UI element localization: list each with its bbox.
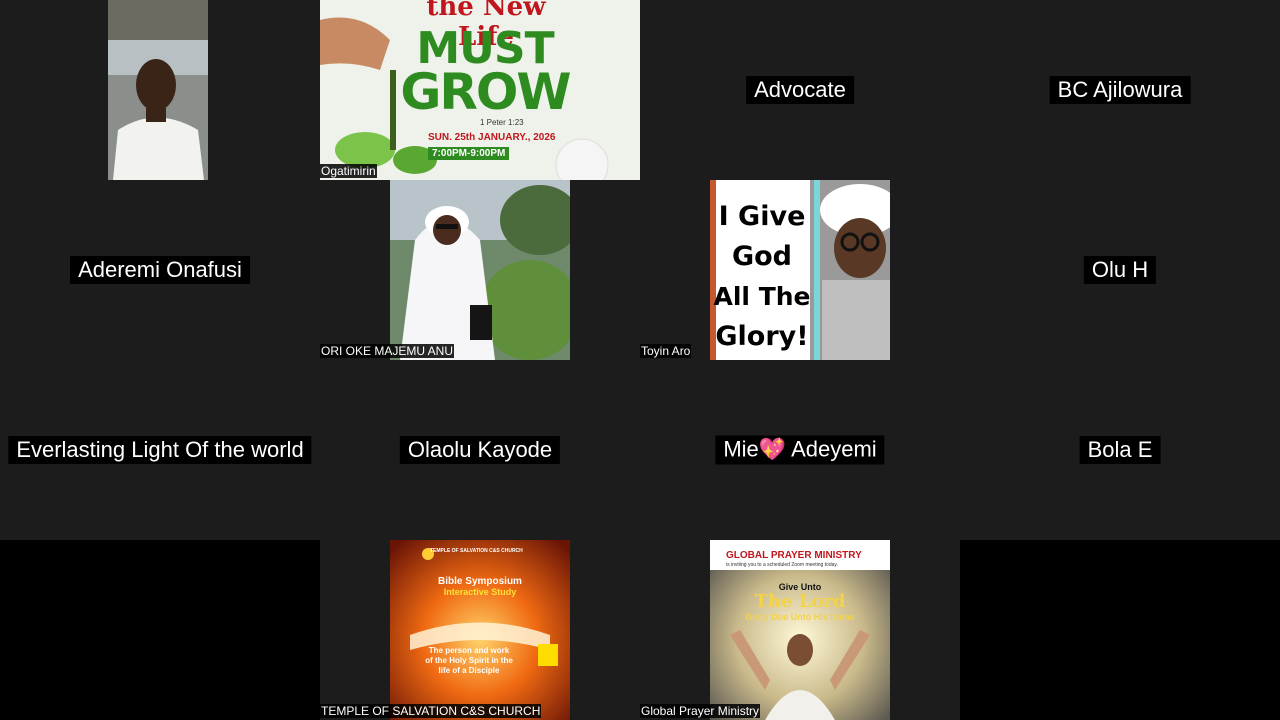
participant-name: Everlasting Light Of the world — [8, 436, 312, 464]
participant-tile[interactable] — [0, 540, 320, 720]
poster-text-2: God — [731, 241, 793, 272]
participant-name-label: ORI OKE MAJEMU ANU — [320, 344, 455, 358]
poster-title-2: Interactive Study — [443, 587, 517, 597]
participant-name-label: Toyin Aro — [640, 344, 692, 358]
event-poster: GLOBAL PRAYER MINISTRY is inviting you t… — [710, 540, 890, 720]
participant-tile[interactable]: GLOBAL PRAYER MINISTRY is inviting you t… — [640, 540, 960, 720]
participant-tile[interactable]: TEMPLE OF SALVATION C&S CHURCH Bible Sym… — [320, 540, 640, 720]
poster-text-1: I Give — [718, 201, 806, 232]
poster-body-3: life of a Disciple — [438, 666, 500, 675]
poster-title-1: Bible Symposium — [438, 576, 522, 587]
participant-name-label: Ogatimirin — [320, 164, 377, 178]
poster-title-3: Glory Due Unto His Name — [745, 612, 855, 622]
poster-header: TEMPLE OF SALVATION C&S CHURCH — [430, 548, 523, 554]
participant-tile[interactable]: Bola E — [960, 360, 1280, 540]
participant-video — [390, 180, 570, 360]
participant-video — [108, 0, 208, 180]
participant-tile[interactable] — [960, 540, 1280, 720]
poster-text-3: All The — [713, 282, 811, 311]
poster-text-4: Glory! — [715, 321, 809, 352]
poster-line3: GROW — [400, 63, 571, 121]
participant-tile[interactable] — [0, 0, 320, 180]
participant-tile[interactable]: ORI OKE MAJEMU ANU — [320, 180, 640, 360]
participant-name: Aderemi Onafusi — [70, 256, 250, 284]
participant-tile[interactable]: Advocate — [640, 0, 960, 180]
participant-name: BC Ajilowura — [1049, 76, 1191, 104]
heart-icon: 💖 — [758, 437, 787, 463]
poster-time: 7:00PM-9:00PM — [428, 147, 510, 160]
participant-tile[interactable]: I Give God All The Glory! Toyin Aro — [640, 180, 960, 360]
participant-tile[interactable]: Olaolu Kayode — [320, 360, 640, 540]
participant-name-label: TEMPLE OF SALVATION C&S CHURCH — [320, 704, 542, 718]
poster-date: SUN. 25th JANUARY., 2026 — [428, 132, 556, 143]
video-gallery: the New Life MUST GROW 1 Peter 1:23 SUN.… — [0, 0, 1280, 720]
poster-header: GLOBAL PRAYER MINISTRY — [726, 550, 862, 561]
poster-ref: 1 Peter 1:23 — [480, 118, 524, 127]
event-poster: the New Life MUST GROW 1 Peter 1:23 SUN.… — [320, 0, 640, 180]
event-poster: TEMPLE OF SALVATION C&S CHURCH Bible Sym… — [390, 540, 570, 720]
participant-name-first: Mie — [723, 436, 759, 462]
participant-name: Bola E — [1079, 436, 1161, 464]
participant-tile[interactable]: the New Life MUST GROW 1 Peter 1:23 SUN.… — [320, 0, 640, 180]
poster-subtext: is inviting you to a scheduled Zoom meet… — [726, 562, 838, 568]
participant-name-label: Global Prayer Ministry — [640, 704, 761, 718]
participant-tile[interactable]: Aderemi Onafusi — [0, 180, 320, 360]
participant-tile[interactable]: BC Ajilowura — [960, 0, 1280, 180]
participant-name: Olaolu Kayode — [399, 436, 561, 464]
poster-title-2: The Lord — [754, 591, 846, 612]
participant-tile[interactable]: Mie💖 Adeyemi — [640, 360, 960, 540]
poster-body-1: The person and work — [428, 646, 510, 655]
participant-name-last: Adeyemi — [786, 436, 877, 462]
participant-video: I Give God All The Glory! — [710, 180, 890, 360]
poster-body-2: of the Holy Spirit in the — [425, 656, 513, 665]
participant-name: Mie💖 Adeyemi — [715, 435, 885, 465]
participant-name: Advocate — [746, 76, 854, 104]
participant-tile[interactable]: Everlasting Light Of the world — [0, 360, 320, 540]
participant-tile[interactable]: Olu H — [960, 180, 1280, 360]
participant-name: Olu H — [1083, 256, 1157, 284]
